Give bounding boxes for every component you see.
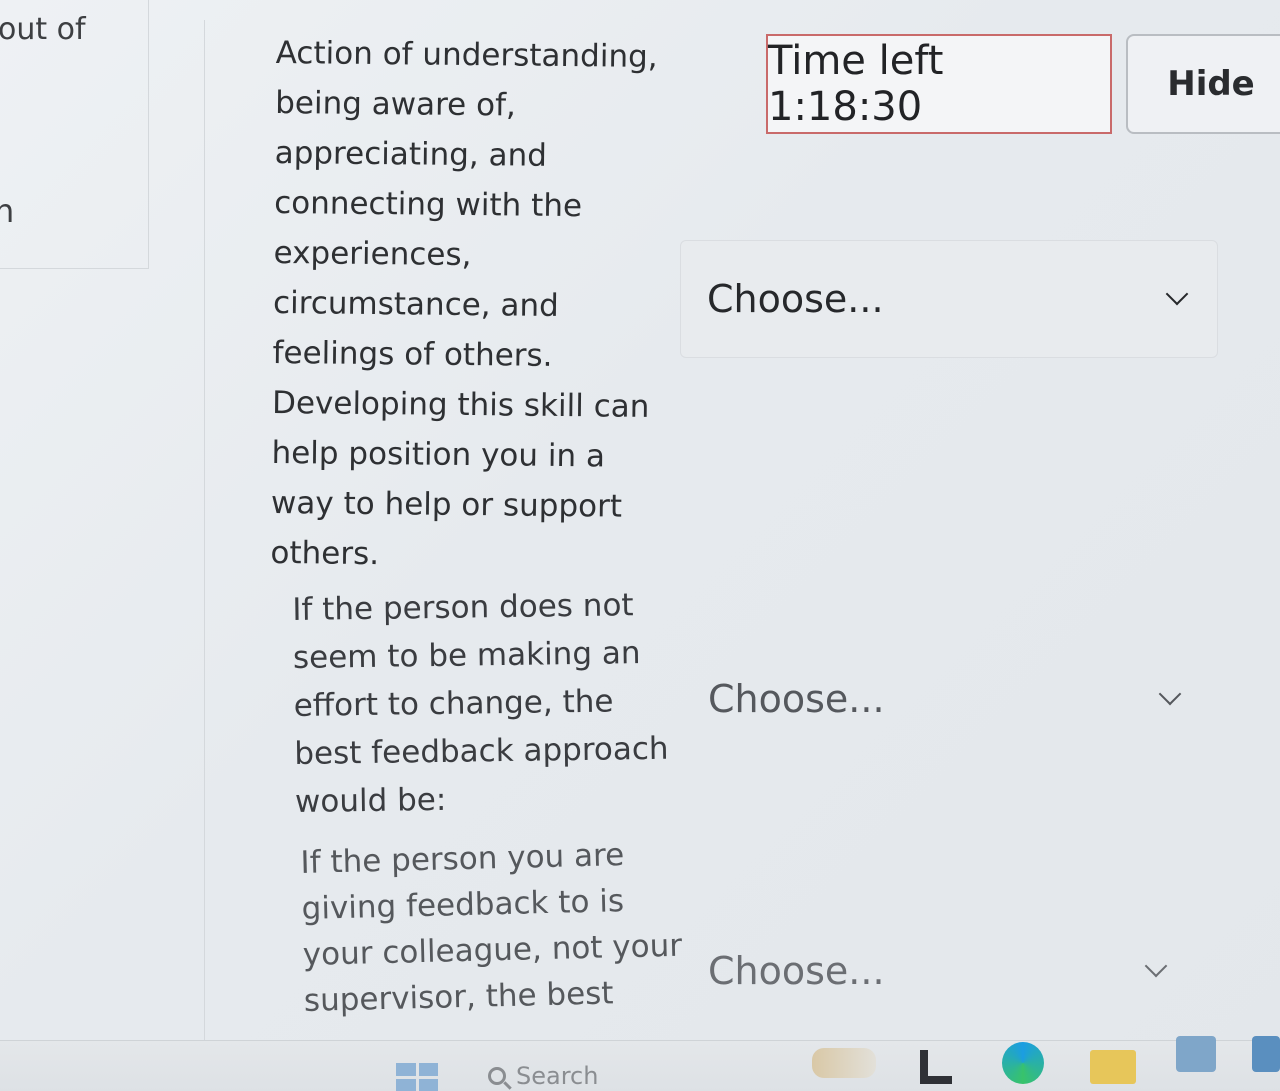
answer-select-2[interactable]: Choose... <box>680 640 1218 758</box>
quiz-page: out of n Action of understanding, being … <box>0 0 1280 1091</box>
taskbar-search[interactable]: Search <box>488 1061 598 1091</box>
file-manager-icon[interactable] <box>920 1050 952 1084</box>
answer-select-1-value: Choose... <box>707 277 884 321</box>
hide-timer-button[interactable]: Hide <box>1126 34 1280 134</box>
left-panel-fragment: n <box>0 192 15 230</box>
weather-widget-icon[interactable] <box>812 1048 876 1078</box>
question-column-divider <box>204 20 281 1091</box>
left-panel-text: out of <box>0 12 86 47</box>
app-icon-2[interactable] <box>1252 1036 1280 1072</box>
chevron-down-icon <box>1158 682 1182 706</box>
question-2-text: If the person does not seem to be making… <box>292 587 669 820</box>
start-menu-icon[interactable] <box>396 1063 438 1091</box>
taskbar-search-label: Search <box>516 1062 599 1090</box>
app-icon[interactable] <box>1176 1036 1216 1072</box>
chevron-down-icon <box>1144 954 1168 978</box>
answer-select-3[interactable]: Choose... <box>680 912 1190 1030</box>
answer-select-2-value: Choose... <box>708 677 885 721</box>
search-icon <box>488 1067 506 1085</box>
time-left-display: Time left 1:18:30 <box>766 34 1112 134</box>
question-1-text: Action of understanding, being aware of,… <box>270 34 658 573</box>
quiz-navigation-panel: out of n <box>0 0 149 269</box>
answer-select-3-value: Choose... <box>708 949 885 993</box>
question-3-text: If the person you are giving feedback to… <box>300 837 683 1019</box>
chevron-down-icon <box>1165 282 1189 306</box>
edge-browser-icon[interactable] <box>1002 1042 1044 1084</box>
answer-select-1[interactable]: Choose... <box>680 240 1218 358</box>
taskbar: Search <box>0 1040 1280 1091</box>
folder-icon[interactable] <box>1090 1050 1136 1084</box>
